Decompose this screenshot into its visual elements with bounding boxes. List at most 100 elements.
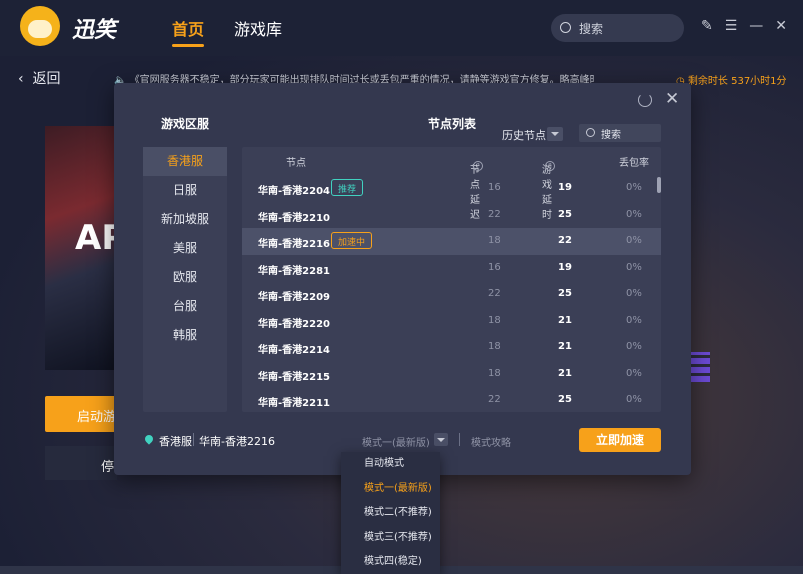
nav-home[interactable]: 首页 bbox=[172, 16, 204, 40]
menu-icon[interactable]: ☰ bbox=[725, 18, 738, 34]
menu-item-auto-mode[interactable]: 自动模式 bbox=[341, 452, 440, 477]
node-name: 华南-香港2204 bbox=[258, 186, 330, 197]
back-label: 返回 bbox=[32, 71, 61, 87]
menu-item-mode-2[interactable]: 模式二(不推荐) bbox=[341, 501, 440, 526]
col-node: 节点 bbox=[286, 158, 306, 169]
col-loss: 丢包率 bbox=[619, 158, 649, 169]
location-pin-icon bbox=[145, 435, 153, 445]
node-delay: 22 bbox=[488, 394, 501, 405]
packet-loss: 0% bbox=[626, 394, 642, 405]
node-select-modal: 游戏区服 节点列表 ✕ 历史节点 搜索 香港服 日服 新加坡服 美服 欧服 台服… bbox=[114, 83, 691, 475]
top-search-input[interactable]: 搜索 bbox=[551, 14, 684, 42]
table-row[interactable]: 华南-香港2210 22 25 0% bbox=[242, 202, 661, 229]
node-list-title: 节点列表 bbox=[428, 117, 477, 131]
divider bbox=[459, 433, 460, 446]
node-delay: 22 bbox=[488, 288, 501, 299]
accelerate-now-button[interactable]: 立即加速 bbox=[579, 428, 661, 452]
packet-loss: 0% bbox=[626, 314, 642, 326]
history-dropdown-button[interactable] bbox=[547, 127, 563, 141]
window-controls: ✎ ☰ — ✕ bbox=[701, 18, 787, 34]
region-item-hk[interactable]: 香港服 bbox=[143, 147, 227, 176]
node-delay: 16 bbox=[488, 261, 501, 273]
game-cover-image: AP bbox=[45, 126, 126, 370]
table-row[interactable]: 华南-香港2215 18 21 0% bbox=[242, 361, 661, 388]
table-row[interactable]: 华南-香港2211 22 25 0% bbox=[242, 387, 661, 412]
logo-icon bbox=[20, 6, 60, 46]
close-icon[interactable]: ✕ bbox=[665, 89, 679, 109]
region-item-tw[interactable]: 台服 bbox=[143, 292, 227, 321]
top-bar: 迅笑 首页 游戏库 搜索 ✎ ☰ — ✕ bbox=[0, 0, 803, 56]
node-search-placeholder: 搜索 bbox=[601, 130, 621, 141]
node-name: 华南-香港2220 bbox=[258, 318, 330, 330]
remaining-time: ◷ 剩余时长 537小时1分 bbox=[676, 72, 787, 87]
packet-loss: 0% bbox=[626, 208, 642, 220]
region-title: 游戏区服 bbox=[161, 117, 210, 131]
logo-text: 迅笑 bbox=[72, 18, 117, 43]
game-delay: 25 bbox=[558, 394, 572, 405]
node-table: 节点 节点延迟? 游戏延时? 丢包率 华南-香港2204 推荐 16 19 0%… bbox=[242, 147, 661, 412]
region-item-jp[interactable]: 日服 bbox=[143, 176, 227, 205]
decorative-tags bbox=[690, 352, 710, 382]
region-item-eu[interactable]: 欧服 bbox=[143, 263, 227, 292]
mode-select-value[interactable]: 模式一(最新版) bbox=[362, 434, 430, 449]
start-game-button[interactable]: 启动游 bbox=[45, 396, 117, 432]
mode-dropdown-menu: 自动模式 模式一(最新版) 模式二(不推荐) 模式三(不推荐) 模式四(稳定) bbox=[341, 452, 440, 574]
game-delay: 21 bbox=[558, 367, 572, 379]
node-delay: 18 bbox=[488, 341, 501, 352]
feedback-icon[interactable]: ✎ bbox=[701, 18, 713, 34]
table-row-selected[interactable]: 华南-香港2216 加速中 18 22 0% bbox=[242, 228, 661, 255]
close-icon[interactable]: ✕ bbox=[775, 18, 787, 34]
region-item-kr[interactable]: 韩服 bbox=[143, 321, 227, 350]
node-name: 华南-香港2210 bbox=[258, 212, 330, 224]
mode-guide-link[interactable]: 模式攻略 bbox=[471, 434, 511, 449]
packet-loss: 0% bbox=[626, 341, 642, 352]
region-item-us[interactable]: 美服 bbox=[143, 234, 227, 263]
packet-loss: 0% bbox=[626, 261, 642, 273]
mode-dropdown-button[interactable] bbox=[434, 433, 448, 446]
node-name: 华南-香港2211 bbox=[258, 398, 330, 409]
remaining-time-label: 剩余时长 537小时1分 bbox=[687, 76, 787, 87]
game-delay: 25 bbox=[558, 208, 572, 220]
node-delay: 16 bbox=[488, 182, 501, 193]
packet-loss: 0% bbox=[626, 235, 642, 246]
packet-loss: 0% bbox=[626, 182, 642, 193]
node-list-scrollbar[interactable] bbox=[657, 177, 661, 193]
node-name: 华南-香港2209 bbox=[258, 292, 330, 303]
game-delay: 21 bbox=[558, 341, 572, 352]
menu-item-mode-1[interactable]: 模式一(最新版) bbox=[341, 477, 440, 502]
node-name: 华南-香港2214 bbox=[258, 345, 330, 356]
nav-game-library[interactable]: 游戏库 bbox=[234, 16, 282, 40]
node-name: 华南-香港2215 bbox=[258, 371, 330, 383]
packet-loss: 0% bbox=[626, 367, 642, 379]
node-delay: 18 bbox=[488, 235, 501, 246]
node-name: 华南-香港2281 bbox=[258, 265, 330, 277]
table-row[interactable]: 华南-香港2204 推荐 16 19 0% bbox=[242, 175, 661, 202]
refresh-icon[interactable] bbox=[638, 93, 652, 107]
selected-region: 香港服 bbox=[159, 435, 192, 448]
menu-item-mode-4[interactable]: 模式四(稳定) bbox=[341, 550, 440, 574]
help-icon[interactable]: ? bbox=[473, 161, 483, 171]
help-icon[interactable]: ? bbox=[545, 161, 555, 171]
nav-active-indicator bbox=[172, 44, 204, 47]
game-delay: 19 bbox=[558, 182, 572, 193]
minimize-icon[interactable]: — bbox=[749, 18, 763, 34]
node-delay: 18 bbox=[488, 367, 501, 379]
game-delay: 21 bbox=[558, 314, 572, 326]
table-row[interactable]: 华南-香港2220 18 21 0% bbox=[242, 308, 661, 335]
game-delay: 19 bbox=[558, 261, 572, 273]
table-row[interactable]: 华南-香港2281 16 19 0% bbox=[242, 255, 661, 282]
game-delay: 22 bbox=[558, 235, 572, 246]
node-delay: 22 bbox=[488, 208, 501, 220]
back-button[interactable]: ‹ 返回 bbox=[18, 68, 61, 88]
history-nodes-label[interactable]: 历史节点 bbox=[502, 127, 546, 143]
search-icon bbox=[560, 22, 571, 33]
recommend-badge: 推荐 bbox=[331, 179, 364, 196]
chevron-left-icon: ‹ bbox=[18, 71, 24, 87]
table-row[interactable]: 华南-香港2214 18 21 0% bbox=[242, 334, 661, 361]
menu-item-mode-3[interactable]: 模式三(不推荐) bbox=[341, 526, 440, 551]
accelerating-badge: 加速中 bbox=[331, 232, 373, 249]
region-item-sg[interactable]: 新加坡服 bbox=[143, 205, 227, 234]
stop-button[interactable]: 停 bbox=[45, 446, 117, 480]
table-row[interactable]: 华南-香港2209 22 25 0% bbox=[242, 281, 661, 308]
node-search-input[interactable]: 搜索 bbox=[579, 124, 661, 142]
